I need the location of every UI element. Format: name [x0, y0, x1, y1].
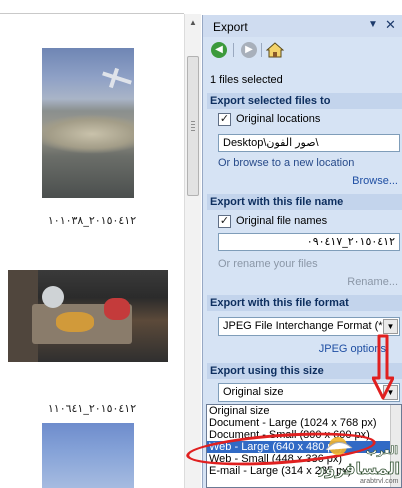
pane-menu-dropdown-icon[interactable]: ▼ [368, 19, 378, 30]
file-name-field[interactable]: ٢٠١٥٠٤١٢_٠٩٠٤١٧ [218, 233, 400, 251]
svg-text:المسافرون: المسافرون [318, 459, 400, 478]
photo-dessert [104, 298, 130, 320]
size-option[interactable]: Document - Large (1024 x 768 px) [207, 417, 401, 429]
browse-note: Or browse to a new location [218, 157, 355, 169]
browser-top-divider [0, 0, 184, 14]
original-names-label: Original file names [236, 215, 328, 227]
nav-separator [233, 43, 234, 57]
photo-browser: ٢٠١٥٠٤١٢_١٠١٠٣٨ ٢٠١٥٠٤١٢_١١٠٦٤١ ▲ [0, 0, 202, 488]
section-export-location: Export selected files to [207, 93, 402, 109]
home-icon[interactable] [266, 42, 284, 58]
svg-text:العرب: العرب [366, 444, 398, 457]
red-annotation-arrow-icon [372, 334, 394, 400]
back-arrow-icon[interactable]: ◀ [211, 42, 227, 58]
pane-titlebar: Export ▼ ✕ [203, 15, 402, 37]
watermark-site-url: arabtrvl.com [360, 478, 399, 485]
original-locations-checkbox[interactable]: ✓ [218, 113, 231, 126]
browser-scrollbar[interactable]: ▲ [184, 14, 201, 488]
browse-link[interactable]: Browse... [352, 175, 398, 187]
scrollbar-grip-icon [191, 121, 195, 131]
pane-close-icon[interactable]: ✕ [385, 17, 396, 33]
pane-nav-bar: ◀ ▶ [203, 39, 402, 61]
photo-thumbnail-sky[interactable] [42, 423, 134, 488]
nav-separator [261, 43, 262, 57]
forward-arrow-icon[interactable]: ▶ [241, 42, 257, 58]
photo-coastline [42, 114, 134, 154]
photo-food [56, 312, 94, 332]
rename-note: Or rename your files [218, 258, 318, 270]
original-locations-label: Original locations [236, 113, 321, 125]
photo-thumbnail-inflight-meal[interactable] [8, 270, 168, 362]
pane-title: Export [213, 20, 248, 34]
export-task-pane: Export ▼ ✕ ◀ ▶ 1 files selected Export s… [202, 15, 402, 488]
photo-caption: ٢٠١٥٠٤١٢_١١٠٦٤١ [47, 402, 137, 415]
chevron-down-icon[interactable]: ▼ [383, 319, 398, 334]
photo-thumbnail-airplane-window[interactable] [42, 48, 134, 198]
size-option[interactable]: Original size [207, 405, 401, 417]
file-format-value: JPEG File Interchange Format (*. [223, 320, 386, 332]
rename-link[interactable]: Rename... [347, 276, 398, 288]
scroll-up-arrow-icon[interactable]: ▲ [187, 16, 199, 30]
original-names-checkbox[interactable]: ✓ [218, 215, 231, 228]
export-path-field[interactable]: Desktop\صور الفون\ [218, 134, 400, 152]
photo-caption: ٢٠١٥٠٤١٢_١٠١٠٣٨ [47, 214, 137, 227]
section-file-format: Export with this file format [207, 295, 402, 311]
section-file-name: Export with this file name [207, 194, 402, 210]
scrollbar-thumb[interactable] [187, 56, 199, 196]
export-size-value: Original size [223, 386, 284, 398]
files-selected-count: 1 files selected [210, 74, 283, 86]
photo-cup [42, 286, 64, 308]
